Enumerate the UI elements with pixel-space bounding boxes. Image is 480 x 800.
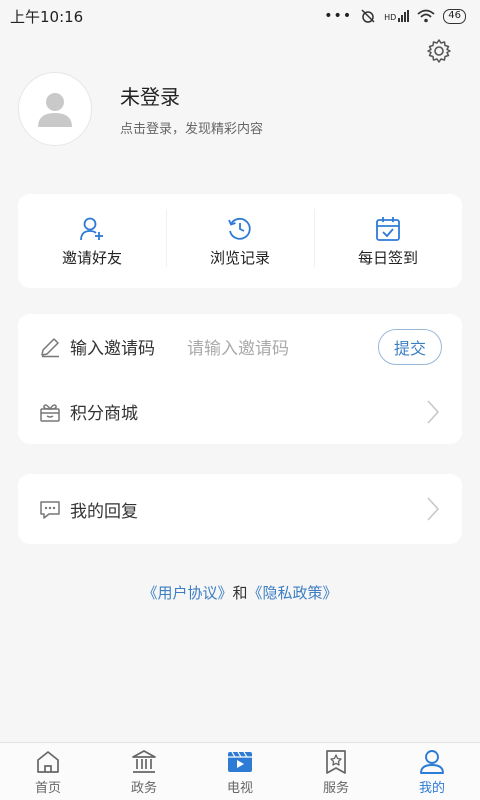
user-agreement-link[interactable]: 《用户协议》 [142, 584, 232, 602]
bottom-tab-bar: 首页 政务 电视 服务 我的 [0, 742, 480, 800]
profile-header[interactable]: 未登录 点击登录，发现精彩内容 [18, 72, 263, 146]
tab-label: 我的 [418, 781, 445, 796]
tab-label: 电视 [226, 781, 253, 796]
tab-service[interactable]: 服务 [288, 743, 384, 800]
chevron-right-icon [427, 497, 440, 521]
login-hint: 点击登录，发现精彩内容 [120, 122, 264, 137]
invite-code-input[interactable]: 请输入邀请码 [187, 334, 378, 359]
daily-checkin-button[interactable]: 每日签到 [314, 208, 462, 268]
my-replies-card: 我的回复 [18, 474, 462, 544]
tab-tv[interactable]: 电视 [192, 743, 288, 800]
quick-action-label: 邀请好友 [61, 248, 122, 267]
agreement-links: 《用户协议》和《隐私政策》 [0, 582, 480, 603]
tab-government[interactable]: 政务 [96, 743, 192, 800]
agreement-and: 和 [232, 584, 248, 602]
login-status[interactable]: 未登录 [120, 81, 263, 110]
quick-action-label: 每日签到 [357, 248, 418, 267]
home-icon [37, 751, 59, 773]
avatar[interactable] [18, 72, 92, 146]
tab-label: 服务 [322, 781, 349, 796]
wifi-icon [417, 9, 435, 23]
my-replies-row[interactable]: 我的回复 [18, 474, 462, 544]
invite-points-card: 输入邀请码 请输入邀请码 提交 积分商城 [18, 314, 462, 444]
invite-code-label: 输入邀请码 [70, 339, 155, 359]
service-icon [326, 750, 346, 774]
invite-code-row: 输入邀请码 请输入邀请码 提交 [18, 314, 462, 379]
history-icon [228, 217, 251, 240]
quick-action-label: 浏览记录 [209, 248, 270, 267]
history-button[interactable]: 浏览记录 [166, 208, 314, 268]
submit-button[interactable]: 提交 [378, 328, 442, 365]
tab-home[interactable]: 首页 [0, 743, 96, 800]
signal-icon: HD [384, 10, 410, 22]
quick-actions-card: 邀请好友 浏览记录 每日签到 [18, 194, 462, 288]
alarm-off-icon [361, 9, 375, 23]
tab-mine[interactable]: 我的 [384, 743, 480, 800]
my-replies-label: 我的回复 [70, 501, 138, 522]
default-avatar-icon [38, 93, 72, 127]
profile-icon [420, 750, 444, 774]
battery-icon: 46 [443, 8, 466, 24]
more-icon: ••• [324, 8, 353, 24]
status-time: 上午10:16 [10, 7, 84, 26]
status-icons: ••• HD 46 [324, 8, 466, 24]
tab-label: 政务 [130, 781, 157, 796]
calendar-check-icon [376, 216, 400, 241]
chevron-right-icon [427, 400, 440, 424]
status-bar: 上午10:16 ••• HD 46 [0, 0, 480, 32]
privacy-policy-link[interactable]: 《隐私政策》 [248, 584, 338, 602]
tv-icon [228, 751, 252, 772]
invite-friends-button[interactable]: 邀请好友 [18, 215, 166, 268]
gift-icon [40, 403, 60, 422]
tab-label: 首页 [34, 781, 61, 796]
pencil-icon [41, 337, 59, 357]
chat-bubble-icon [40, 501, 60, 519]
government-icon [132, 750, 156, 773]
points-mall-label: 积分商城 [70, 404, 138, 424]
points-mall-row[interactable]: 积分商城 [18, 379, 462, 444]
gear-icon[interactable] [426, 38, 452, 64]
add-user-icon [80, 217, 103, 240]
